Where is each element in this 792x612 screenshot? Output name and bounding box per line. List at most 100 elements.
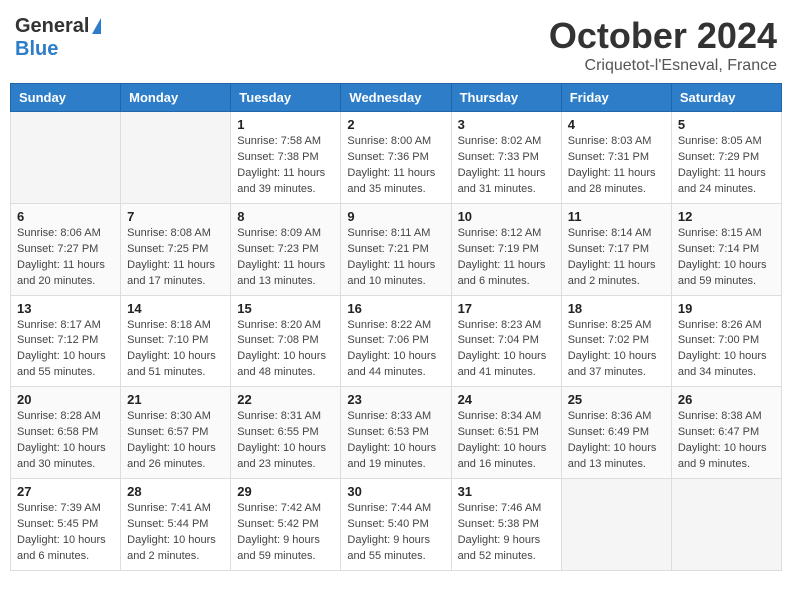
calendar-cell: 7 Sunrise: 8:08 AMSunset: 7:25 PMDaylight… bbox=[121, 203, 231, 295]
day-info: Sunrise: 8:11 AMSunset: 7:21 PMDaylight:… bbox=[347, 226, 444, 290]
day-info: Sunrise: 8:20 AMSunset: 7:08 PMDaylight:… bbox=[237, 318, 334, 382]
day-header-monday: Monday bbox=[121, 84, 231, 112]
day-number: 26 bbox=[678, 392, 775, 407]
calendar-cell: 24Sunrise: 8:34 AMSunset: 6:51 PMDayligh… bbox=[451, 387, 561, 479]
calendar-cell: 27 Sunrise: 7:39 AMSunset: 5:45 PMDayligh… bbox=[11, 479, 121, 571]
day-number: 2 bbox=[347, 117, 444, 132]
day-number: 16 bbox=[347, 301, 444, 316]
calendar-cell bbox=[11, 112, 121, 204]
day-number: 30 bbox=[347, 484, 444, 499]
calendar-cell: 8 Sunrise: 8:09 AMSunset: 7:23 PMDaylight… bbox=[231, 203, 341, 295]
calendar-cell: 28 Sunrise: 7:41 AMSunset: 5:44 PMDayligh… bbox=[121, 479, 231, 571]
page-header: General Blue October 2024 Criquetot-l'Es… bbox=[10, 10, 782, 75]
day-number: 14 bbox=[127, 301, 224, 316]
day-header-sunday: Sunday bbox=[11, 84, 121, 112]
calendar-cell: 31 Sunrise: 7:46 AMSunset: 5:38 PMDayligh… bbox=[451, 479, 561, 571]
day-header-thursday: Thursday bbox=[451, 84, 561, 112]
day-number: 25 bbox=[568, 392, 665, 407]
day-header-wednesday: Wednesday bbox=[341, 84, 451, 112]
calendar-cell: 25 Sunrise: 8:36 AMSunset: 6:49 PMDayligh… bbox=[561, 387, 671, 479]
day-info: Sunrise: 8:18 AMSunset: 7:10 PMDaylight:… bbox=[127, 318, 224, 382]
day-number: 28 bbox=[127, 484, 224, 499]
calendar-cell: 20 Sunrise: 8:28 AMSunset: 6:58 PMDayligh… bbox=[11, 387, 121, 479]
calendar-cell: 1 Sunrise: 7:58 AMSunset: 7:38 PMDaylight… bbox=[231, 112, 341, 204]
day-info: Sunrise: 8:03 AMSunset: 7:31 PMDaylight:… bbox=[568, 134, 665, 198]
day-number: 19 bbox=[678, 301, 775, 316]
day-info: Sunrise: 7:39 AMSunset: 5:45 PMDaylight:… bbox=[17, 501, 114, 565]
logo-general-text: General bbox=[15, 15, 89, 38]
day-header-tuesday: Tuesday bbox=[231, 84, 341, 112]
day-info: Sunrise: 8:36 AMSunset: 6:49 PMDaylight:… bbox=[568, 409, 665, 473]
calendar-week-1: 1 Sunrise: 7:58 AMSunset: 7:38 PMDaylight… bbox=[11, 112, 782, 204]
day-info: Sunrise: 8:08 AMSunset: 7:25 PMDaylight:… bbox=[127, 226, 224, 290]
day-number: 31 bbox=[458, 484, 555, 499]
day-info: Sunrise: 7:42 AMSunset: 5:42 PMDaylight:… bbox=[237, 501, 334, 565]
day-number: 20 bbox=[17, 392, 114, 407]
calendar-cell bbox=[121, 112, 231, 204]
calendar-cell: 2 Sunrise: 8:00 AMSunset: 7:36 PMDaylight… bbox=[341, 112, 451, 204]
day-info: Sunrise: 7:41 AMSunset: 5:44 PMDaylight:… bbox=[127, 501, 224, 565]
day-info: Sunrise: 8:00 AMSunset: 7:36 PMDaylight:… bbox=[347, 134, 444, 198]
day-info: Sunrise: 8:05 AMSunset: 7:29 PMDaylight:… bbox=[678, 134, 775, 198]
day-header-friday: Friday bbox=[561, 84, 671, 112]
calendar-cell: 13Sunrise: 8:17 AMSunset: 7:12 PMDayligh… bbox=[11, 295, 121, 387]
location: Criquetot-l'Esneval, France bbox=[549, 57, 777, 75]
calendar-table: SundayMondayTuesdayWednesdayThursdayFrid… bbox=[10, 83, 782, 571]
day-number: 1 bbox=[237, 117, 334, 132]
day-info: Sunrise: 8:06 AMSunset: 7:27 PMDaylight:… bbox=[17, 226, 114, 290]
calendar-cell: 30 Sunrise: 7:44 AMSunset: 5:40 PMDayligh… bbox=[341, 479, 451, 571]
day-info: Sunrise: 8:02 AMSunset: 7:33 PMDaylight:… bbox=[458, 134, 555, 198]
logo-triangle-icon bbox=[92, 18, 101, 34]
calendar-cell: 23Sunrise: 8:33 AMSunset: 6:53 PMDayligh… bbox=[341, 387, 451, 479]
calendar-week-2: 6 Sunrise: 8:06 AMSunset: 7:27 PMDaylight… bbox=[11, 203, 782, 295]
day-number: 8 bbox=[237, 209, 334, 224]
logo: General Blue bbox=[15, 15, 101, 61]
calendar-cell: 11 Sunrise: 8:14 AMSunset: 7:17 PMDayligh… bbox=[561, 203, 671, 295]
calendar-cell bbox=[561, 479, 671, 571]
day-number: 11 bbox=[568, 209, 665, 224]
month-title: October 2024 bbox=[549, 15, 777, 57]
calendar-cell: 10 Sunrise: 8:12 AMSunset: 7:19 PMDayligh… bbox=[451, 203, 561, 295]
day-info: Sunrise: 8:15 AMSunset: 7:14 PMDaylight:… bbox=[678, 226, 775, 290]
calendar-cell: 19Sunrise: 8:26 AMSunset: 7:00 PMDayligh… bbox=[671, 295, 781, 387]
day-info: Sunrise: 8:25 AMSunset: 7:02 PMDaylight:… bbox=[568, 318, 665, 382]
calendar-cell: 6 Sunrise: 8:06 AMSunset: 7:27 PMDaylight… bbox=[11, 203, 121, 295]
day-info: Sunrise: 7:46 AMSunset: 5:38 PMDaylight:… bbox=[458, 501, 555, 565]
calendar-cell: 9Sunrise: 8:11 AMSunset: 7:21 PMDaylight… bbox=[341, 203, 451, 295]
day-number: 18 bbox=[568, 301, 665, 316]
day-number: 4 bbox=[568, 117, 665, 132]
logo-blue-text: Blue bbox=[15, 38, 58, 60]
day-number: 6 bbox=[17, 209, 114, 224]
calendar-cell: 4 Sunrise: 8:03 AMSunset: 7:31 PMDaylight… bbox=[561, 112, 671, 204]
day-info: Sunrise: 8:14 AMSunset: 7:17 PMDaylight:… bbox=[568, 226, 665, 290]
day-number: 27 bbox=[17, 484, 114, 499]
calendar-cell: 3Sunrise: 8:02 AMSunset: 7:33 PMDaylight… bbox=[451, 112, 561, 204]
day-number: 5 bbox=[678, 117, 775, 132]
day-info: Sunrise: 8:38 AMSunset: 6:47 PMDaylight:… bbox=[678, 409, 775, 473]
day-number: 7 bbox=[127, 209, 224, 224]
day-number: 23 bbox=[347, 392, 444, 407]
day-info: Sunrise: 7:58 AMSunset: 7:38 PMDaylight:… bbox=[237, 134, 334, 198]
calendar-cell: 15Sunrise: 8:20 AMSunset: 7:08 PMDayligh… bbox=[231, 295, 341, 387]
calendar-cell: 14 Sunrise: 8:18 AMSunset: 7:10 PMDayligh… bbox=[121, 295, 231, 387]
day-info: Sunrise: 8:31 AMSunset: 6:55 PMDaylight:… bbox=[237, 409, 334, 473]
title-area: October 2024 Criquetot-l'Esneval, France bbox=[549, 15, 777, 75]
day-info: Sunrise: 8:12 AMSunset: 7:19 PMDaylight:… bbox=[458, 226, 555, 290]
day-info: Sunrise: 8:22 AMSunset: 7:06 PMDaylight:… bbox=[347, 318, 444, 382]
day-header-saturday: Saturday bbox=[671, 84, 781, 112]
day-number: 10 bbox=[458, 209, 555, 224]
day-number: 21 bbox=[127, 392, 224, 407]
calendar-cell: 5 Sunrise: 8:05 AMSunset: 7:29 PMDaylight… bbox=[671, 112, 781, 204]
calendar-header-row: SundayMondayTuesdayWednesdayThursdayFrid… bbox=[11, 84, 782, 112]
calendar-week-5: 27 Sunrise: 7:39 AMSunset: 5:45 PMDayligh… bbox=[11, 479, 782, 571]
day-info: Sunrise: 8:28 AMSunset: 6:58 PMDaylight:… bbox=[17, 409, 114, 473]
calendar-cell: 22 Sunrise: 8:31 AMSunset: 6:55 PMDayligh… bbox=[231, 387, 341, 479]
day-number: 17 bbox=[458, 301, 555, 316]
day-number: 22 bbox=[237, 392, 334, 407]
day-info: Sunrise: 8:23 AMSunset: 7:04 PMDaylight:… bbox=[458, 318, 555, 382]
day-number: 24 bbox=[458, 392, 555, 407]
day-info: Sunrise: 7:44 AMSunset: 5:40 PMDaylight:… bbox=[347, 501, 444, 565]
day-info: Sunrise: 8:09 AMSunset: 7:23 PMDaylight:… bbox=[237, 226, 334, 290]
calendar-cell: 16 Sunrise: 8:22 AMSunset: 7:06 PMDayligh… bbox=[341, 295, 451, 387]
day-number: 29 bbox=[237, 484, 334, 499]
